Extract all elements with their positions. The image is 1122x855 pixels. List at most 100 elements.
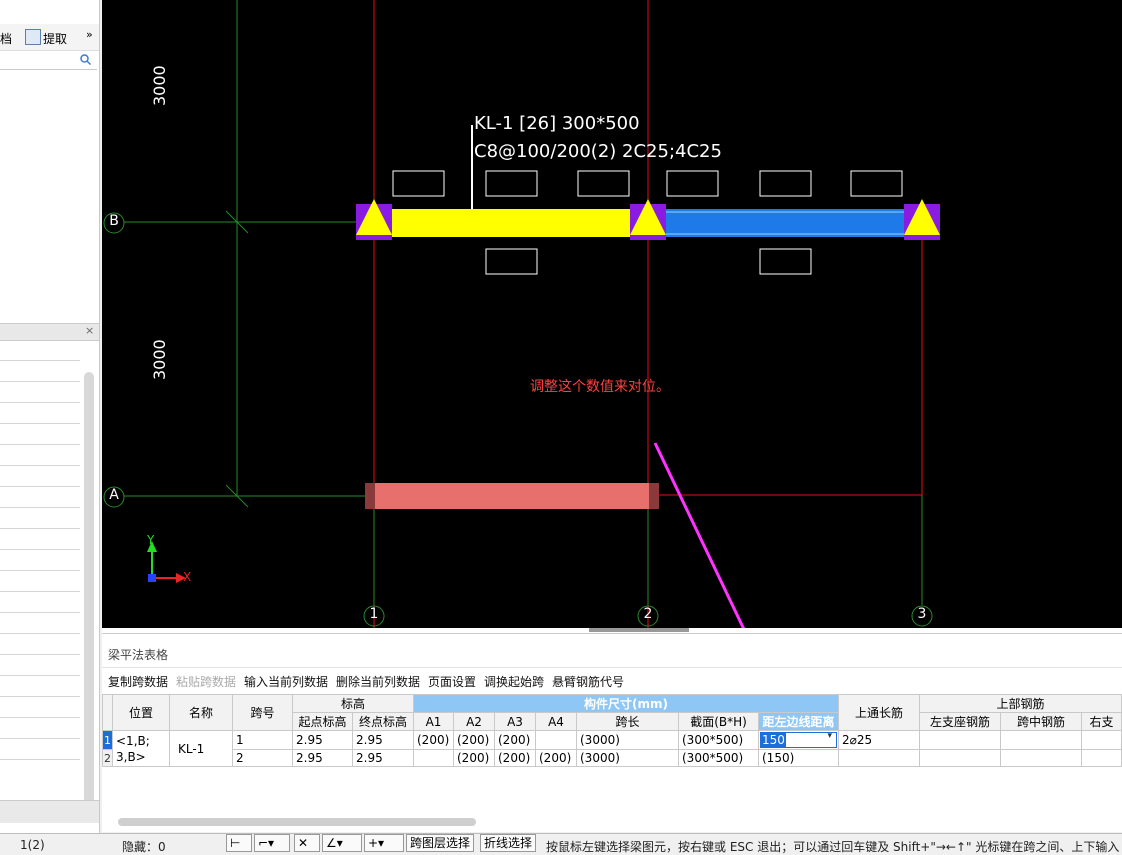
- cantilever-code-button[interactable]: 悬臂钢筋代号: [552, 673, 624, 690]
- cell-right-seat[interactable]: [1081, 749, 1122, 767]
- list-item[interactable]: [0, 655, 80, 676]
- list-item[interactable]: [0, 466, 80, 487]
- list-item[interactable]: [0, 592, 80, 613]
- list-item[interactable]: [0, 340, 80, 361]
- copy-span-button[interactable]: 复制跨数据: [108, 673, 168, 690]
- col-size[interactable]: 构件尺寸(mm): [413, 694, 839, 713]
- list-item[interactable]: [0, 697, 80, 718]
- more-icon[interactable]: »: [86, 28, 93, 41]
- dropdown-arrow-icon[interactable]: ▾: [827, 732, 832, 742]
- swap-start-span-button[interactable]: 调换起始跨: [484, 673, 544, 690]
- cell-a1[interactable]: (200): [413, 730, 454, 750]
- col-name[interactable]: 名称: [169, 694, 233, 731]
- cell-a4[interactable]: (200): [535, 749, 577, 767]
- cell-span-length[interactable]: (3000): [576, 730, 679, 750]
- col-elev-start[interactable]: 起点标高: [292, 712, 353, 731]
- list-item[interactable]: [0, 508, 80, 529]
- list-item[interactable]: [0, 718, 80, 739]
- list-item[interactable]: [0, 634, 80, 655]
- cell-a2[interactable]: (200): [453, 749, 495, 767]
- splitter-handle[interactable]: [589, 628, 689, 632]
- cell-span[interactable]: 1: [232, 730, 293, 750]
- close-icon[interactable]: ×: [85, 324, 94, 337]
- paste-span-button[interactable]: 粘贴跨数据: [176, 673, 236, 690]
- col-right-seat[interactable]: 右支: [1081, 712, 1122, 731]
- list-item[interactable]: [0, 550, 80, 571]
- ortho-icon[interactable]: ⊢: [226, 834, 252, 852]
- list-item[interactable]: [0, 487, 80, 508]
- input-column-button[interactable]: 输入当前列数据: [244, 673, 328, 690]
- angle-icon[interactable]: ∠▾: [322, 834, 362, 852]
- cell-a3[interactable]: (200): [494, 749, 536, 767]
- col-edge-distance[interactable]: 距左边线距离: [758, 712, 839, 731]
- list-item[interactable]: [0, 424, 80, 445]
- cross-layer-select-button[interactable]: 跨图层选择: [406, 834, 475, 852]
- cell-section[interactable]: (300*500): [678, 749, 759, 767]
- left-search-input[interactable]: [0, 51, 97, 70]
- polyline-select-button[interactable]: 折线选择: [480, 834, 537, 852]
- col-mid-span[interactable]: 跨中钢筋: [1000, 712, 1082, 731]
- list-item[interactable]: [0, 571, 80, 592]
- cell-top-through[interactable]: 2⌀25: [838, 730, 920, 750]
- cell-elev-end[interactable]: 2.95: [352, 730, 414, 750]
- cell-span-length[interactable]: (3000): [576, 749, 679, 767]
- cross-icon[interactable]: ✕: [294, 834, 320, 852]
- col-section[interactable]: 截面(B*H): [678, 712, 759, 731]
- cell-top-through[interactable]: [838, 749, 920, 767]
- edge-distance-input[interactable]: 150 ▾: [760, 732, 837, 748]
- list-item[interactable]: [0, 613, 80, 634]
- cad-canvas[interactable]: KL-1 [26] 300*500 C8@100/200(2) 2C25;4C2…: [102, 0, 1122, 628]
- list-item[interactable]: [0, 445, 80, 466]
- col-elev-end[interactable]: 终点标高: [352, 712, 414, 731]
- extract-button[interactable]: 提取: [43, 30, 67, 47]
- col-a4[interactable]: A4: [535, 712, 577, 731]
- list-item[interactable]: [0, 676, 80, 697]
- extract-icon[interactable]: [25, 29, 41, 45]
- cell-elev-start[interactable]: 2.95: [292, 749, 353, 767]
- col-position[interactable]: 位置: [112, 694, 170, 731]
- row-number[interactable]: 2: [102, 749, 113, 767]
- offset-icon[interactable]: +▾: [364, 834, 404, 852]
- cell-a2[interactable]: (200): [453, 730, 495, 750]
- list-item[interactable]: [0, 529, 80, 550]
- col-a1[interactable]: A1: [413, 712, 454, 731]
- drawing-svg[interactable]: [102, 0, 1122, 628]
- cell-mid-span[interactable]: [1000, 730, 1082, 750]
- col-a2[interactable]: A2: [453, 712, 495, 731]
- col-elevation[interactable]: 标高: [292, 694, 414, 713]
- col-left-seat[interactable]: 左支座钢筋: [919, 712, 1001, 731]
- list-item[interactable]: [0, 739, 80, 760]
- table-horizontal-scrollbar[interactable]: [118, 818, 476, 826]
- cell-a3[interactable]: (200): [494, 730, 536, 750]
- col-span-length[interactable]: 跨长: [576, 712, 679, 731]
- list-item[interactable]: [0, 361, 80, 382]
- col-top-through[interactable]: 上通长筋: [838, 694, 920, 731]
- cell-position[interactable]: <1,B; 3,B>: [112, 730, 170, 767]
- cell-edge-distance-editing[interactable]: 150 ▾: [758, 730, 839, 750]
- delete-column-button[interactable]: 删除当前列数据: [336, 673, 420, 690]
- left-scrollbar[interactable]: [84, 372, 94, 822]
- cell-section[interactable]: (300*500): [678, 730, 759, 750]
- table-row[interactable]: 2 2 2.95 2.95 (200) (200) (200) (3000) (…: [102, 749, 1122, 767]
- cell-right-seat[interactable]: [1081, 730, 1122, 750]
- col-a3[interactable]: A3: [494, 712, 536, 731]
- cell-elev-start[interactable]: 2.95: [292, 730, 353, 750]
- cell-span[interactable]: 2: [232, 749, 293, 767]
- row-number[interactable]: 1: [102, 730, 113, 750]
- cell-a4[interactable]: [535, 730, 577, 750]
- table-row[interactable]: 1 <1,B; 3,B> KL-1 1 2.95 2.95 (200) (200)…: [102, 730, 1122, 767]
- page-setup-button[interactable]: 页面设置: [428, 673, 476, 690]
- cell-a1[interactable]: [413, 749, 454, 767]
- col-top-rebar[interactable]: 上部钢筋: [919, 694, 1122, 713]
- search-icon[interactable]: [80, 54, 91, 65]
- list-item[interactable]: [0, 403, 80, 424]
- cell-name[interactable]: KL-1: [169, 730, 233, 767]
- cell-left-seat[interactable]: [919, 749, 1001, 767]
- cell-edge-distance[interactable]: (150): [758, 749, 839, 767]
- cell-left-seat[interactable]: [919, 730, 1001, 750]
- col-span[interactable]: 跨号: [232, 694, 293, 731]
- snap-icon[interactable]: ⌐▾: [254, 834, 290, 852]
- doc-label[interactable]: 档: [0, 30, 12, 47]
- cell-elev-end[interactable]: 2.95: [352, 749, 414, 767]
- cell-mid-span[interactable]: [1000, 749, 1082, 767]
